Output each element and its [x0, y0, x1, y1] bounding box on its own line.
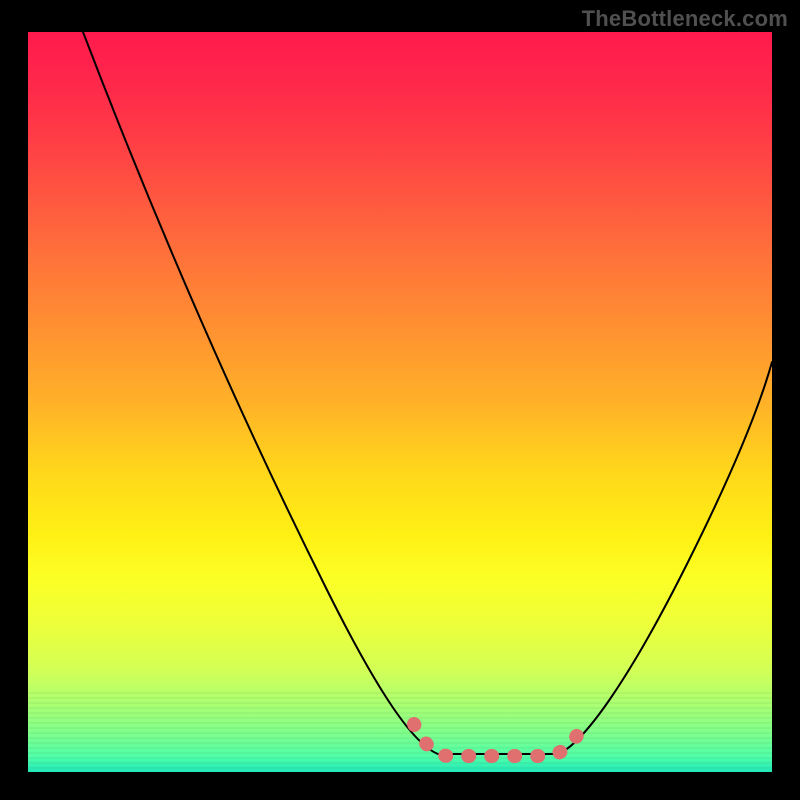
bottleneck-curve — [83, 32, 772, 754]
plot-area — [28, 32, 772, 772]
flat-minimum-highlight — [414, 724, 584, 756]
curve-layer — [28, 32, 772, 772]
chart-stage: TheBottleneck.com — [0, 0, 800, 800]
watermark-text: TheBottleneck.com — [582, 6, 788, 32]
